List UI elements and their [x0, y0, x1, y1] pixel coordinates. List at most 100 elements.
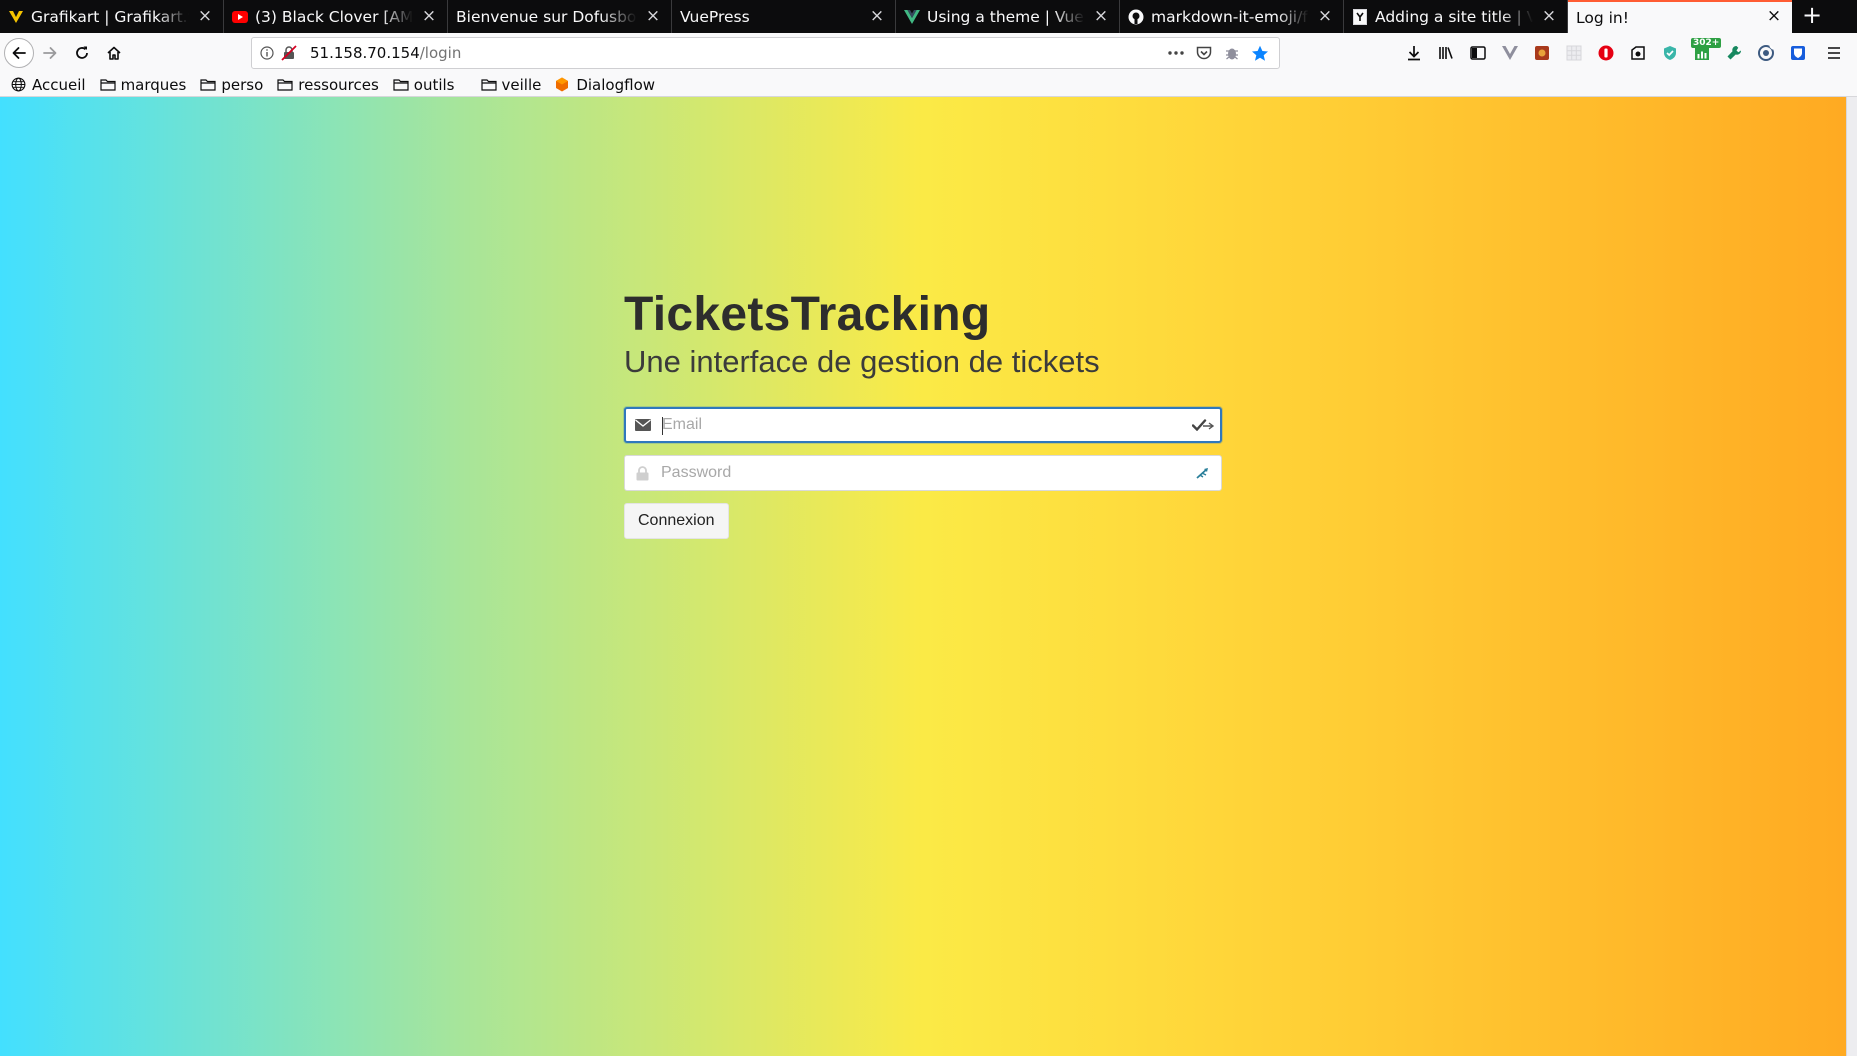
- arrow-left-icon: [12, 47, 26, 59]
- bookmark-accueil[interactable]: Accueil: [11, 76, 86, 94]
- puzzle-icon: [1535, 46, 1549, 60]
- sync-account-button[interactable]: [1750, 37, 1782, 69]
- tab-title: Using a theme | VuePress: [927, 7, 1085, 26]
- extension-red-button[interactable]: [1526, 37, 1558, 69]
- download-icon: [1408, 46, 1420, 61]
- login-form: TicketsTracking Une interface de gestion…: [624, 287, 1222, 539]
- bookmark-folder-ressources[interactable]: ressources: [277, 76, 379, 94]
- screenshot-button[interactable]: [1622, 37, 1654, 69]
- home-button[interactable]: [98, 37, 130, 69]
- back-button[interactable]: [4, 38, 34, 68]
- lock-icon: [625, 456, 659, 490]
- extension-badge: 302+: [1691, 38, 1722, 48]
- bitwarden-button[interactable]: [1782, 37, 1814, 69]
- download-button[interactable]: [1398, 37, 1430, 69]
- wrench-icon: [1727, 45, 1742, 60]
- close-icon[interactable]: ×: [1092, 7, 1110, 25]
- navigation-bar: 51.158.70.154/login 302+: [0, 33, 1857, 73]
- menu-button[interactable]: [1818, 37, 1850, 69]
- tab-vuepress[interactable]: VuePress ×: [672, 0, 896, 33]
- password-field: [624, 455, 1222, 491]
- extension-grid-button[interactable]: [1558, 37, 1590, 69]
- new-tab-button[interactable]: +: [1792, 0, 1832, 33]
- sidebar-button[interactable]: [1462, 37, 1494, 69]
- close-icon[interactable]: ×: [868, 7, 886, 25]
- wrench-button[interactable]: [1718, 37, 1750, 69]
- grid-icon: [1566, 45, 1582, 61]
- tab-using-theme[interactable]: Using a theme | VuePress ×: [896, 0, 1120, 33]
- bookmark-label: Dialogflow: [576, 75, 656, 94]
- close-icon[interactable]: ×: [644, 7, 662, 25]
- tab-title: VuePress: [680, 7, 750, 26]
- bookmark-folder-outils[interactable]: outils: [393, 76, 455, 94]
- vue-devtools-icon: [1502, 46, 1518, 60]
- bookmark-label: veille: [501, 75, 542, 94]
- key-icon[interactable]: [1189, 458, 1219, 488]
- forward-button[interactable]: [34, 37, 66, 69]
- folder-icon: [393, 78, 409, 92]
- text-cursor: [662, 417, 663, 435]
- pocket-icon[interactable]: [1193, 42, 1215, 64]
- close-icon[interactable]: ×: [1765, 7, 1783, 25]
- page-icon: [1352, 8, 1368, 25]
- tab-adding-site-title[interactable]: Adding a site title | VuePress ×: [1344, 0, 1568, 33]
- bookmark-label: marques: [120, 75, 187, 94]
- tab-markdown-emoji[interactable]: markdown-it-emoji/full.j ×: [1120, 0, 1344, 33]
- page-title: TicketsTracking: [624, 288, 991, 341]
- bug-icon[interactable]: [1221, 42, 1243, 64]
- privacy-shield-button[interactable]: [1654, 37, 1686, 69]
- tab-strip: Grafikart | Grafikart.fr × (3) Black Clo…: [0, 0, 1857, 33]
- adblock-button[interactable]: [1590, 37, 1622, 69]
- arrow-right-icon: [43, 47, 57, 59]
- envelope-icon: [626, 408, 660, 442]
- bookmark-folder-marques[interactable]: marques: [99, 75, 187, 94]
- tab-title: Grafikart | Grafikart.fr: [31, 7, 189, 26]
- reload-button[interactable]: [66, 37, 98, 69]
- close-icon[interactable]: ×: [420, 7, 438, 25]
- bookmark-dialogflow[interactable]: Dialogflow: [555, 76, 655, 94]
- insecure-lock-icon[interactable]: [278, 42, 300, 64]
- tab-grafikart[interactable]: Grafikart | Grafikart.fr ×: [0, 0, 224, 33]
- bookmark-star-icon[interactable]: [1249, 42, 1271, 64]
- info-icon[interactable]: [256, 42, 278, 64]
- password-manager-fill-icon[interactable]: [1188, 410, 1218, 440]
- password-input[interactable]: [659, 457, 1189, 489]
- toolbar-extensions: 302+: [1398, 37, 1850, 69]
- sidebar-icon: [1470, 46, 1486, 60]
- connexion-button[interactable]: Connexion: [624, 503, 729, 539]
- bookmark-folder-perso[interactable]: perso: [200, 76, 263, 94]
- home-icon: [107, 46, 121, 60]
- vue-icon: [904, 9, 920, 25]
- close-icon[interactable]: ×: [1316, 7, 1334, 25]
- tab-title: Bienvenue sur Dofusbook !: [456, 7, 637, 26]
- tab-title: Log in!: [1576, 8, 1629, 27]
- tab-dofusbook[interactable]: Bienvenue sur Dofusbook ! ×: [448, 0, 672, 33]
- reload-icon: [76, 46, 88, 59]
- tab-title: Adding a site title | VuePress: [1375, 7, 1533, 26]
- page-viewport: TicketsTracking Une interface de gestion…: [0, 97, 1846, 1056]
- library-button[interactable]: [1430, 37, 1462, 69]
- bookmark-label: ressources: [298, 75, 379, 94]
- folder-icon: [277, 78, 293, 92]
- url-host: 51.158.70.154: [310, 44, 420, 62]
- github-icon: [1128, 9, 1144, 25]
- tab-log-in[interactable]: Log in! ×: [1568, 0, 1792, 33]
- vue-devtools-button[interactable]: [1494, 37, 1526, 69]
- grafikart-icon: [8, 9, 24, 25]
- window-edge: [1846, 97, 1857, 1056]
- sync-icon: [1758, 45, 1774, 61]
- email-input[interactable]: [660, 409, 1188, 441]
- email-field: [624, 407, 1222, 443]
- tab-title: markdown-it-emoji/full.j: [1151, 7, 1309, 26]
- url-path: /login: [419, 44, 462, 62]
- page-actions-icon[interactable]: [1165, 42, 1187, 64]
- close-icon[interactable]: ×: [196, 7, 214, 25]
- close-icon[interactable]: ×: [1540, 7, 1558, 25]
- folder-icon: [200, 78, 216, 92]
- url-text[interactable]: 51.158.70.154/login: [310, 44, 1165, 62]
- tracker-counter-button[interactable]: 302+: [1686, 37, 1722, 69]
- bookmark-folder-veille[interactable]: veille: [480, 75, 542, 94]
- tab-black-clover[interactable]: (3) Black Clover [AMV] - Ha ×: [224, 0, 448, 33]
- url-bar[interactable]: 51.158.70.154/login: [251, 37, 1280, 69]
- library-icon: [1439, 47, 1453, 59]
